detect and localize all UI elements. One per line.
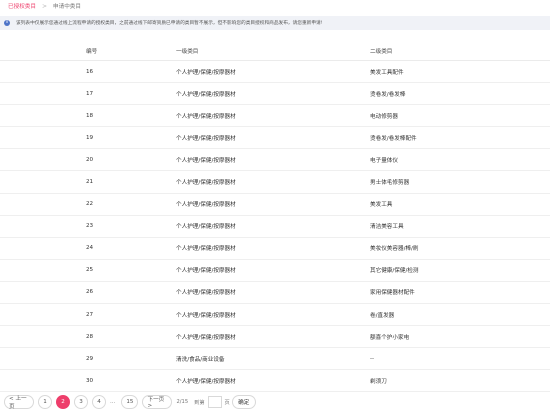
row-level1-category: 个人护理/保健/按摩器材 xyxy=(176,157,236,164)
confirm-button[interactable]: 确定 xyxy=(231,395,256,409)
breadcrumb-current: 申请中类目 xyxy=(53,4,81,10)
row-number: 25 xyxy=(86,267,94,274)
row-number: 16 xyxy=(86,68,94,75)
row-number: 18 xyxy=(86,112,94,119)
row-level2-category: 烫卷发/卷发棒 xyxy=(370,91,406,98)
table-row: 25 个人护理/保健/按摩器材 其它健康/保健/检测 xyxy=(0,260,550,282)
header-level2: 二级类目 xyxy=(370,48,393,55)
table-row: 28 个人护理/保健/按摩器材 额喜个护小家电 xyxy=(0,326,550,349)
table-row: 23 个人护理/保健/按摩器材 清洁美容工具 xyxy=(0,216,550,238)
row-number: 28 xyxy=(86,333,94,340)
page-4-button[interactable]: 4 xyxy=(92,395,106,409)
row-level1-category: 个人护理/保健/按摩器材 xyxy=(176,312,236,319)
table-row: 24 个人护理/保健/按摩器材 美妆仪美容器/棒/刷 xyxy=(0,238,550,260)
page-2-button[interactable]: 2 xyxy=(56,395,70,409)
row-level2-category: 卷/直发器 xyxy=(370,312,395,319)
row-number: 24 xyxy=(86,245,94,252)
table-row: 19 个人护理/保健/按摩器材 烫卷发/卷发棒配件 xyxy=(0,127,550,150)
row-level2-category: 电动修剪器 xyxy=(370,113,398,120)
page-info: 2/15 xyxy=(176,399,189,405)
row-level2-category: 清洁美容工具 xyxy=(370,224,404,231)
row-level2-category: 美妆仪美容器/棒/刷 xyxy=(370,246,419,253)
row-number: 17 xyxy=(86,90,94,97)
page-15-button[interactable]: 15 xyxy=(121,395,139,409)
table-row: 26 个人护理/保健/按摩器材 家用保健器材配件 xyxy=(0,282,550,305)
table-row: 30 个人护理/保健/按摩器材 剃须刀 xyxy=(0,370,550,393)
row-level2-category: 美发工具 xyxy=(370,202,393,209)
table-row: 22 个人护理/保健/按摩器材 美发工具 xyxy=(0,194,550,216)
header-no: 编号 xyxy=(86,48,98,55)
page-1-button[interactable]: 1 xyxy=(38,395,52,409)
row-level1-category: 个人护理/保健/按摩器材 xyxy=(176,113,236,120)
goto-page-input[interactable] xyxy=(207,396,222,408)
table-body: 16 个人护理/保健/按摩器材 美发工具配件 17 个人护理/保健/按摩器材 烫卷发/卷发… xyxy=(0,61,550,393)
row-number: 21 xyxy=(86,179,94,186)
row-level1-category: 清洗/食品/商业设备 xyxy=(176,356,225,363)
row-level2-category: 其它健康/保健/检测 xyxy=(370,268,419,275)
row-number: 19 xyxy=(86,134,94,141)
row-level1-category: 个人护理/保健/按摩器材 xyxy=(176,224,236,231)
row-number: 20 xyxy=(86,156,94,163)
prev-page-button[interactable]: < 上一页 xyxy=(4,395,34,410)
row-level1-category: 个人护理/保健/按摩器材 xyxy=(176,268,236,275)
row-number: 22 xyxy=(86,201,94,208)
notice-text: 该列表中仅展示您通过线上流程申请的授权类目，之前通过线下邮寄资质已申请的类目暂不… xyxy=(16,21,323,26)
breadcrumb-separator: > xyxy=(41,3,48,10)
notice-banner: i 该列表中仅展示您通过线上流程申请的授权类目，之前通过线下邮寄资质已申请的类目… xyxy=(0,16,550,30)
table-row: 17 个人护理/保健/按摩器材 烫卷发/卷发棒 xyxy=(0,83,550,106)
row-level1-category: 个人护理/保健/按摩器材 xyxy=(176,290,236,297)
info-icon: i xyxy=(4,20,10,26)
row-level1-category: 个人护理/保健/按摩器材 xyxy=(176,378,236,385)
row-level1-category: 个人护理/保健/按摩器材 xyxy=(176,202,236,209)
breadcrumb-authorized-link[interactable]: 已授权类目 xyxy=(8,1,36,13)
row-level1-category: 个人护理/保健/按摩器材 xyxy=(176,180,236,187)
row-number: 29 xyxy=(86,355,94,362)
row-level2-category: -- xyxy=(370,355,375,362)
row-number: 30 xyxy=(86,377,94,384)
row-level2-category: 烫卷发/卷发棒配件 xyxy=(370,135,417,142)
row-level2-category: 美发工具配件 xyxy=(370,69,404,76)
pagination-ellipsis: ... xyxy=(110,399,116,405)
table-header: 编号 一级类目 二级类目 xyxy=(0,41,550,61)
goto-label: 到第 xyxy=(194,399,205,406)
row-level2-category: 电子量体仪 xyxy=(370,157,398,164)
row-level1-category: 个人护理/保健/按摩器材 xyxy=(176,135,236,142)
table-row: 29 清洗/食品/商业设备 -- xyxy=(0,348,550,371)
row-number: 23 xyxy=(86,223,94,230)
row-level1-category: 个人护理/保健/按摩器材 xyxy=(176,334,236,341)
table-row: 20 个人护理/保健/按摩器材 电子量体仪 xyxy=(0,149,550,172)
table-row: 21 个人护理/保健/按摩器材 男士体毛修剪器 xyxy=(0,171,550,194)
category-table: 编号 一级类目 二级类目 16 个人护理/保健/按摩器材 美发工具配件 17 个人护理/… xyxy=(0,41,550,393)
row-level1-category: 个人护理/保健/按摩器材 xyxy=(176,91,236,98)
page-3-button[interactable]: 3 xyxy=(74,395,88,409)
row-level2-category: 剃须刀 xyxy=(370,378,387,385)
row-level2-category: 额喜个护小家电 xyxy=(370,334,410,341)
row-level1-category: 个人护理/保健/按摩器材 xyxy=(176,69,236,76)
header-level1: 一级类目 xyxy=(176,48,199,55)
row-number: 27 xyxy=(86,311,94,318)
table-row: 18 个人护理/保健/按摩器材 电动修剪器 xyxy=(0,105,550,128)
pagination: < 上一页 1 2 3 4 ... 15 下一页 > 2/15 到第 页 确定 xyxy=(4,395,256,410)
next-page-button[interactable]: 下一页 > xyxy=(142,395,173,409)
table-row: 16 个人护理/保健/按摩器材 美发工具配件 xyxy=(0,61,550,84)
row-level2-category: 家用保健器材配件 xyxy=(370,290,415,297)
page-unit-label: 页 xyxy=(224,399,230,406)
row-level1-category: 个人护理/保健/按摩器材 xyxy=(176,246,236,253)
row-level2-category: 男士体毛修剪器 xyxy=(370,180,410,187)
table-row: 27 个人护理/保健/按摩器材 卷/直发器 xyxy=(0,304,550,327)
breadcrumb: 已授权类目 > 申请中类目 xyxy=(8,1,81,13)
row-number: 26 xyxy=(86,289,94,296)
